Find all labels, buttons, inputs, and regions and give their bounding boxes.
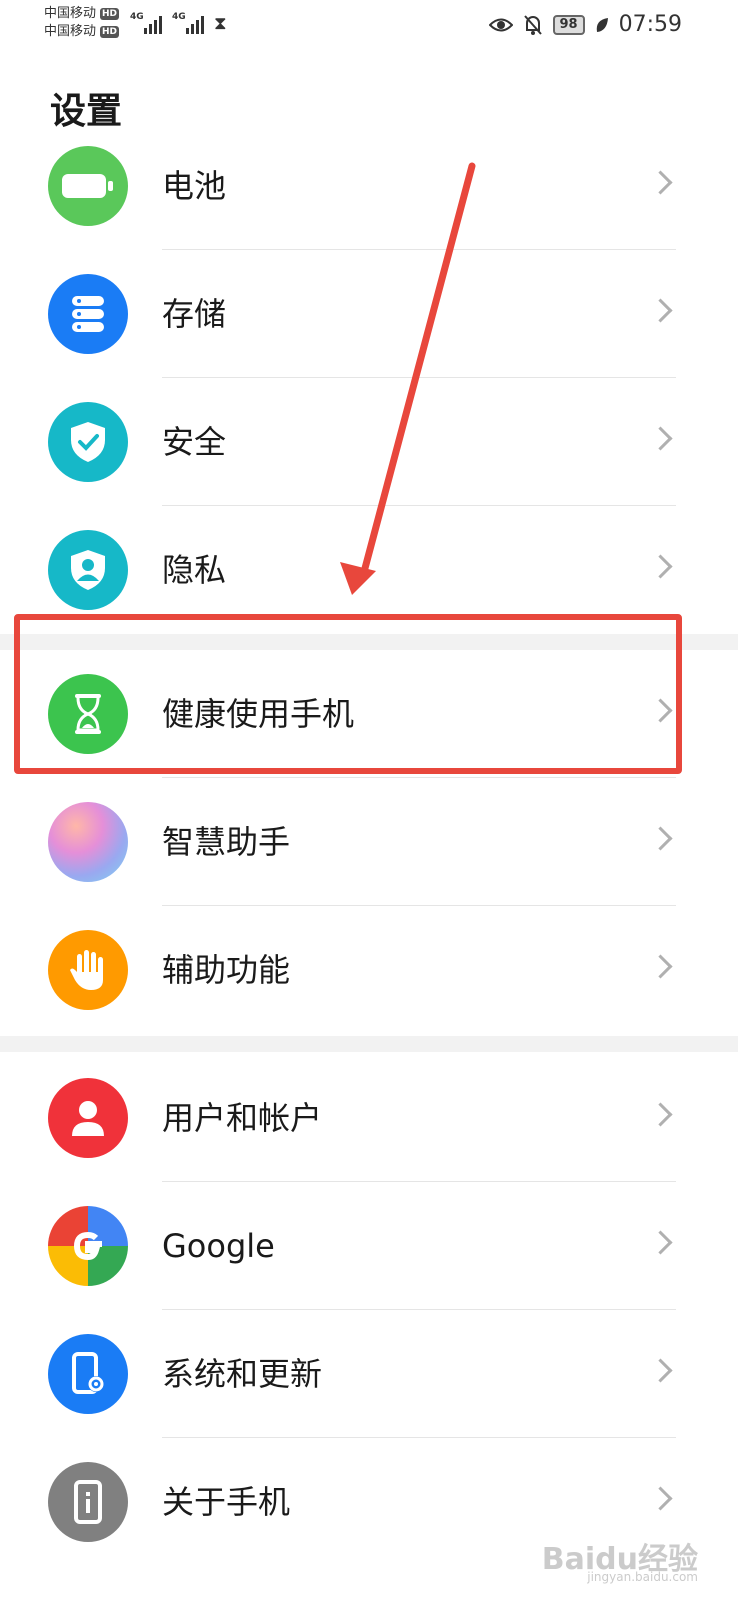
- watermark-url: jingyan.baidu.com: [587, 1570, 698, 1584]
- annotation-arrow: [340, 162, 476, 595]
- watermark: Baidu经验 jingyan.baidu.com: [542, 1534, 698, 1584]
